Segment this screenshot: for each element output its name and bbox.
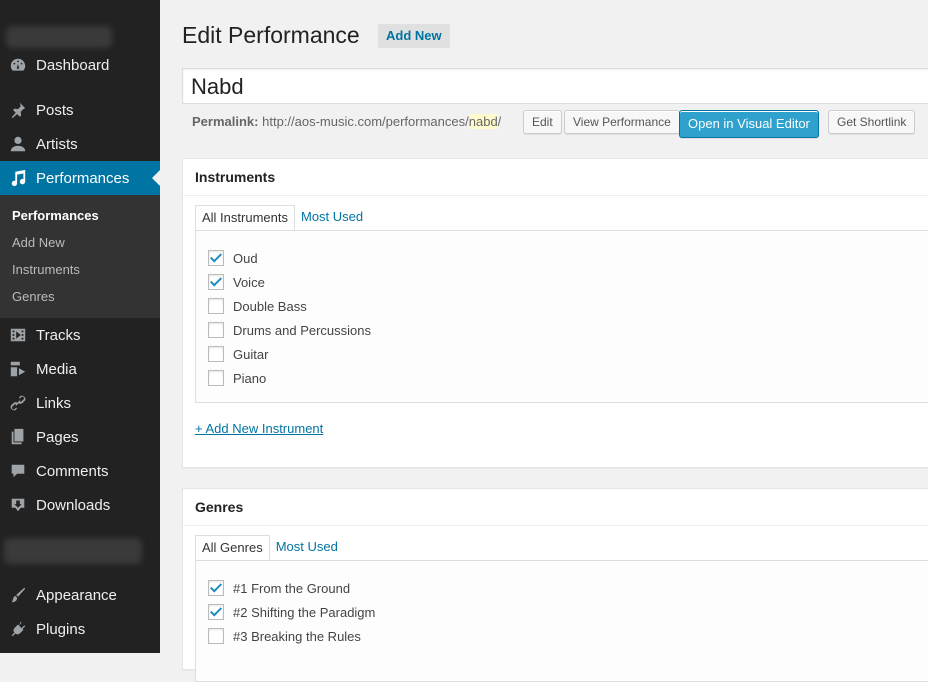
submenu-item-instruments[interactable]: Instruments <box>12 262 80 277</box>
add-new-button[interactable]: Add New <box>378 24 450 48</box>
sidebar-item-label: Posts <box>36 101 74 119</box>
blurred-site-name <box>6 26 112 48</box>
sidebar-item-dashboard[interactable]: Dashboard <box>0 48 160 82</box>
sidebar-item-plugins[interactable]: Plugins <box>0 612 160 646</box>
permalink-trail: / <box>497 114 502 129</box>
permalink-base-url: http://aos-music.com/performances/ <box>262 114 469 129</box>
dashboard-icon <box>9 56 27 74</box>
genres-metabox: Genres All Genres Most Used #1 From the … <box>182 488 928 682</box>
submenu-item-add-new[interactable]: Add New <box>12 235 65 250</box>
tab-most-used-instruments[interactable]: Most Used <box>295 205 369 229</box>
sidebar-item-pages[interactable]: Pages <box>0 420 160 454</box>
sidebar-item-label: Plugins <box>36 620 86 638</box>
sidebar-item-media[interactable]: Media <box>0 352 160 386</box>
sidebar-item-label: Downloads <box>36 496 111 514</box>
sidebar-item-label: Appearance <box>36 586 117 604</box>
instrument-label: Oud <box>233 250 258 266</box>
list-item[interactable]: Double Bass <box>208 296 307 316</box>
user-icon <box>9 135 27 153</box>
sidebar-item-label: Dashboard <box>36 56 110 74</box>
video-icon <box>9 326 27 344</box>
pages-icon <box>9 428 27 446</box>
tab-all-genres[interactable]: All Genres <box>195 535 270 561</box>
sidebar-item-label: Links <box>36 394 72 412</box>
list-item[interactable]: #3 Breaking the Rules <box>208 626 361 646</box>
list-item[interactable]: Voice <box>208 272 265 292</box>
paintbrush-icon <box>9 586 27 604</box>
genres-tabs: All Genres Most Used <box>195 535 344 561</box>
list-item[interactable]: #2 Shifting the Paradigm <box>208 602 375 622</box>
view-performance-button[interactable]: View Performance <box>564 110 680 134</box>
checkbox[interactable] <box>208 346 224 362</box>
sidebar-item-downloads[interactable]: Downloads <box>0 488 160 522</box>
download-icon <box>9 496 27 514</box>
sidebar-item-artists[interactable]: Artists <box>0 127 160 161</box>
sidebar-item-label: Pages <box>36 428 79 446</box>
instrument-label: Voice <box>233 274 265 290</box>
tab-most-used-genres[interactable]: Most Used <box>270 535 344 559</box>
checkbox[interactable] <box>208 370 224 386</box>
sidebar-item-label: Artists <box>36 135 78 153</box>
media-icon <box>9 360 27 378</box>
sidebar-item-label: Performances <box>36 169 130 187</box>
permalink-label: Permalink: <box>192 114 259 129</box>
performances-submenu: Performances Add New Instruments Genres <box>0 195 160 318</box>
admin-sidebar: Dashboard Posts Artists Performances Per… <box>0 0 160 653</box>
sidebar-item-comments[interactable]: Comments <box>0 454 160 488</box>
blurred-menu-item <box>4 538 142 564</box>
sidebar-item-label: Comments <box>36 462 109 480</box>
submenu-item-genres[interactable]: Genres <box>12 289 55 304</box>
instrument-label: Piano <box>233 370 267 386</box>
sidebar-item-posts[interactable]: Posts <box>0 93 160 127</box>
permalink-slug[interactable]: nabd <box>468 114 498 129</box>
link-icon <box>9 394 27 412</box>
instruments-metabox: Instruments All Instruments Most Used Ou… <box>182 158 928 468</box>
checkbox-checked[interactable] <box>208 580 224 596</box>
sidebar-item-tracks[interactable]: Tracks <box>0 318 160 352</box>
checkbox-checked[interactable] <box>208 274 224 290</box>
genre-label: #3 Breaking the Rules <box>233 628 361 644</box>
list-item[interactable]: Guitar <box>208 344 268 364</box>
genre-label: #2 Shifting the Paradigm <box>233 604 376 620</box>
instruments-tabs: All Instruments Most Used <box>195 205 369 231</box>
page-title: Edit Performance <box>182 22 360 48</box>
instruments-heading: Instruments <box>183 159 928 196</box>
list-item[interactable]: Oud <box>208 248 258 268</box>
list-item[interactable]: Drums and Percussions <box>208 320 371 340</box>
post-title-input[interactable]: Nabd <box>182 68 928 104</box>
sidebar-item-label: Media <box>36 360 77 378</box>
sidebar-item-appearance[interactable]: Appearance <box>0 578 160 612</box>
sidebar-item-links[interactable]: Links <box>0 386 160 420</box>
submenu-item-performances[interactable]: Performances <box>12 208 99 223</box>
open-visual-editor-button[interactable]: Open in Visual Editor <box>679 110 819 138</box>
plugin-icon <box>9 620 27 638</box>
comment-icon <box>9 462 27 480</box>
instrument-label: Guitar <box>233 346 269 362</box>
tab-all-instruments[interactable]: All Instruments <box>195 205 295 231</box>
get-shortlink-button[interactable]: Get Shortlink <box>828 110 916 134</box>
permalink-row: Permalink: http://aos-music.com/performa… <box>192 114 501 129</box>
list-item[interactable]: #1 From the Ground <box>208 578 350 598</box>
sidebar-item-performances[interactable]: Performances <box>0 161 160 195</box>
edit-permalink-button[interactable]: Edit <box>523 110 562 134</box>
checkbox[interactable] <box>208 298 224 314</box>
instrument-label: Double Bass <box>233 298 307 314</box>
instruments-checklist: Oud Voice Double Bass Drums and Percussi… <box>195 230 928 403</box>
genres-checklist: #1 From the Ground #2 Shifting the Parad… <box>195 560 928 682</box>
pin-icon <box>9 101 27 119</box>
list-item[interactable]: Piano <box>208 368 266 388</box>
instrument-label: Drums and Percussions <box>233 322 371 338</box>
checkbox-checked[interactable] <box>208 250 224 266</box>
music-note-icon <box>9 169 27 187</box>
add-new-instrument-link[interactable]: + Add New Instrument <box>195 421 323 436</box>
sidebar-item-label: Tracks <box>36 326 81 344</box>
checkbox-checked[interactable] <box>208 604 224 620</box>
genres-heading: Genres <box>183 489 928 526</box>
checkbox[interactable] <box>208 628 224 644</box>
genre-label: #1 From the Ground <box>233 580 351 596</box>
checkbox[interactable] <box>208 322 224 338</box>
